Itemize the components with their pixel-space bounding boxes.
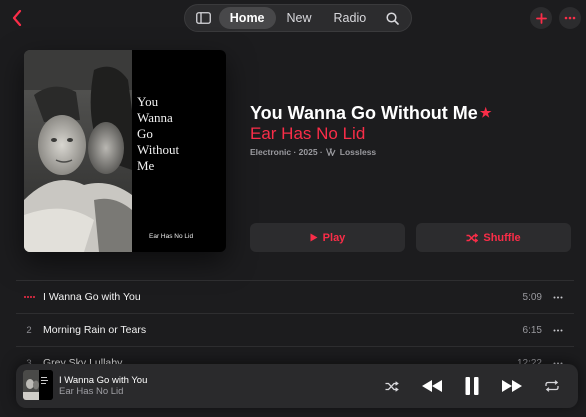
track-row[interactable]: I Wanna Go with You 5:09 <box>16 280 574 313</box>
artwork-title-text: You Wanna Go Without Me <box>137 94 180 173</box>
play-button[interactable]: Play <box>250 223 405 252</box>
ellipsis-icon <box>553 296 563 298</box>
track-duration: 5:09 <box>522 291 542 303</box>
chevron-left-icon <box>12 10 22 26</box>
album-meta: Electronic · 2025 · Lossless <box>250 147 376 157</box>
tab-radio[interactable]: Radio <box>323 7 378 29</box>
album-photo <box>24 50 132 252</box>
shuffle-label: Shuffle <box>483 231 521 244</box>
shuffle-icon <box>466 232 479 243</box>
star-icon: ★ <box>479 105 492 120</box>
album-title-text: You Wanna Go Without Me <box>250 103 478 123</box>
backward-icon <box>422 380 442 392</box>
sidebar-toggle-button[interactable] <box>188 7 219 29</box>
more-button[interactable] <box>559 7 581 29</box>
previous-track-button[interactable] <box>419 376 445 396</box>
shuffle-icon <box>385 380 399 392</box>
plus-icon <box>535 12 547 24</box>
mini-artwork-image <box>23 370 53 400</box>
track-title: Morning Rain or Tears <box>43 324 147 336</box>
track-title: I Wanna Go with You <box>43 291 141 303</box>
play-label: Play <box>322 231 346 244</box>
track-number: 2 <box>26 324 32 336</box>
navigation-segmented-control: Home New Radio <box>184 4 412 32</box>
pause-icon <box>465 377 479 395</box>
top-bar: Home New Radio <box>0 0 586 36</box>
add-button[interactable] <box>530 7 552 29</box>
forward-icon <box>502 380 522 392</box>
now-playing-artist: Ear Has No Lid <box>59 386 124 397</box>
now-playing-title: I Wanna Go with You <box>59 375 148 386</box>
lossless-label: Lossless <box>339 147 377 157</box>
album-artist-link[interactable]: Ear Has No Lid <box>250 124 365 144</box>
now-playing-indicator-icon <box>16 296 42 298</box>
track-row[interactable]: 2 Morning Rain or Tears 6:15 <box>16 313 574 346</box>
track-duration: 6:15 <box>522 324 542 336</box>
shuffle-toggle-button[interactable] <box>384 378 400 394</box>
lossless-icon <box>325 148 336 156</box>
pause-button[interactable] <box>461 375 483 397</box>
repeat-icon <box>545 380 559 392</box>
play-icon <box>310 233 318 242</box>
track-more-button[interactable] <box>552 291 564 303</box>
sidebar-toggle-icon <box>195 12 211 24</box>
artwork-artist-text: Ear Has No Lid <box>149 233 194 240</box>
mini-player[interactable]: I Wanna Go with You Ear Has No Lid <box>16 364 578 408</box>
next-track-button[interactable] <box>499 376 525 396</box>
search-icon <box>386 11 399 25</box>
search-button[interactable] <box>377 7 408 29</box>
track-more-button[interactable] <box>552 324 564 336</box>
album-artwork: You Wanna Go Without Me Ear Has No Lid <box>24 50 226 252</box>
back-button[interactable] <box>6 6 28 30</box>
tab-new[interactable]: New <box>276 7 323 29</box>
album-title: You Wanna Go Without Me ★ <box>250 103 491 124</box>
tab-home[interactable]: Home <box>218 7 276 29</box>
shuffle-button[interactable]: Shuffle <box>416 223 571 252</box>
ellipsis-icon <box>553 329 563 331</box>
mini-player-artwork <box>23 370 53 400</box>
ellipsis-icon <box>564 16 576 20</box>
album-meta-text: Electronic · 2025 · <box>250 147 323 157</box>
repeat-button[interactable] <box>544 378 560 394</box>
